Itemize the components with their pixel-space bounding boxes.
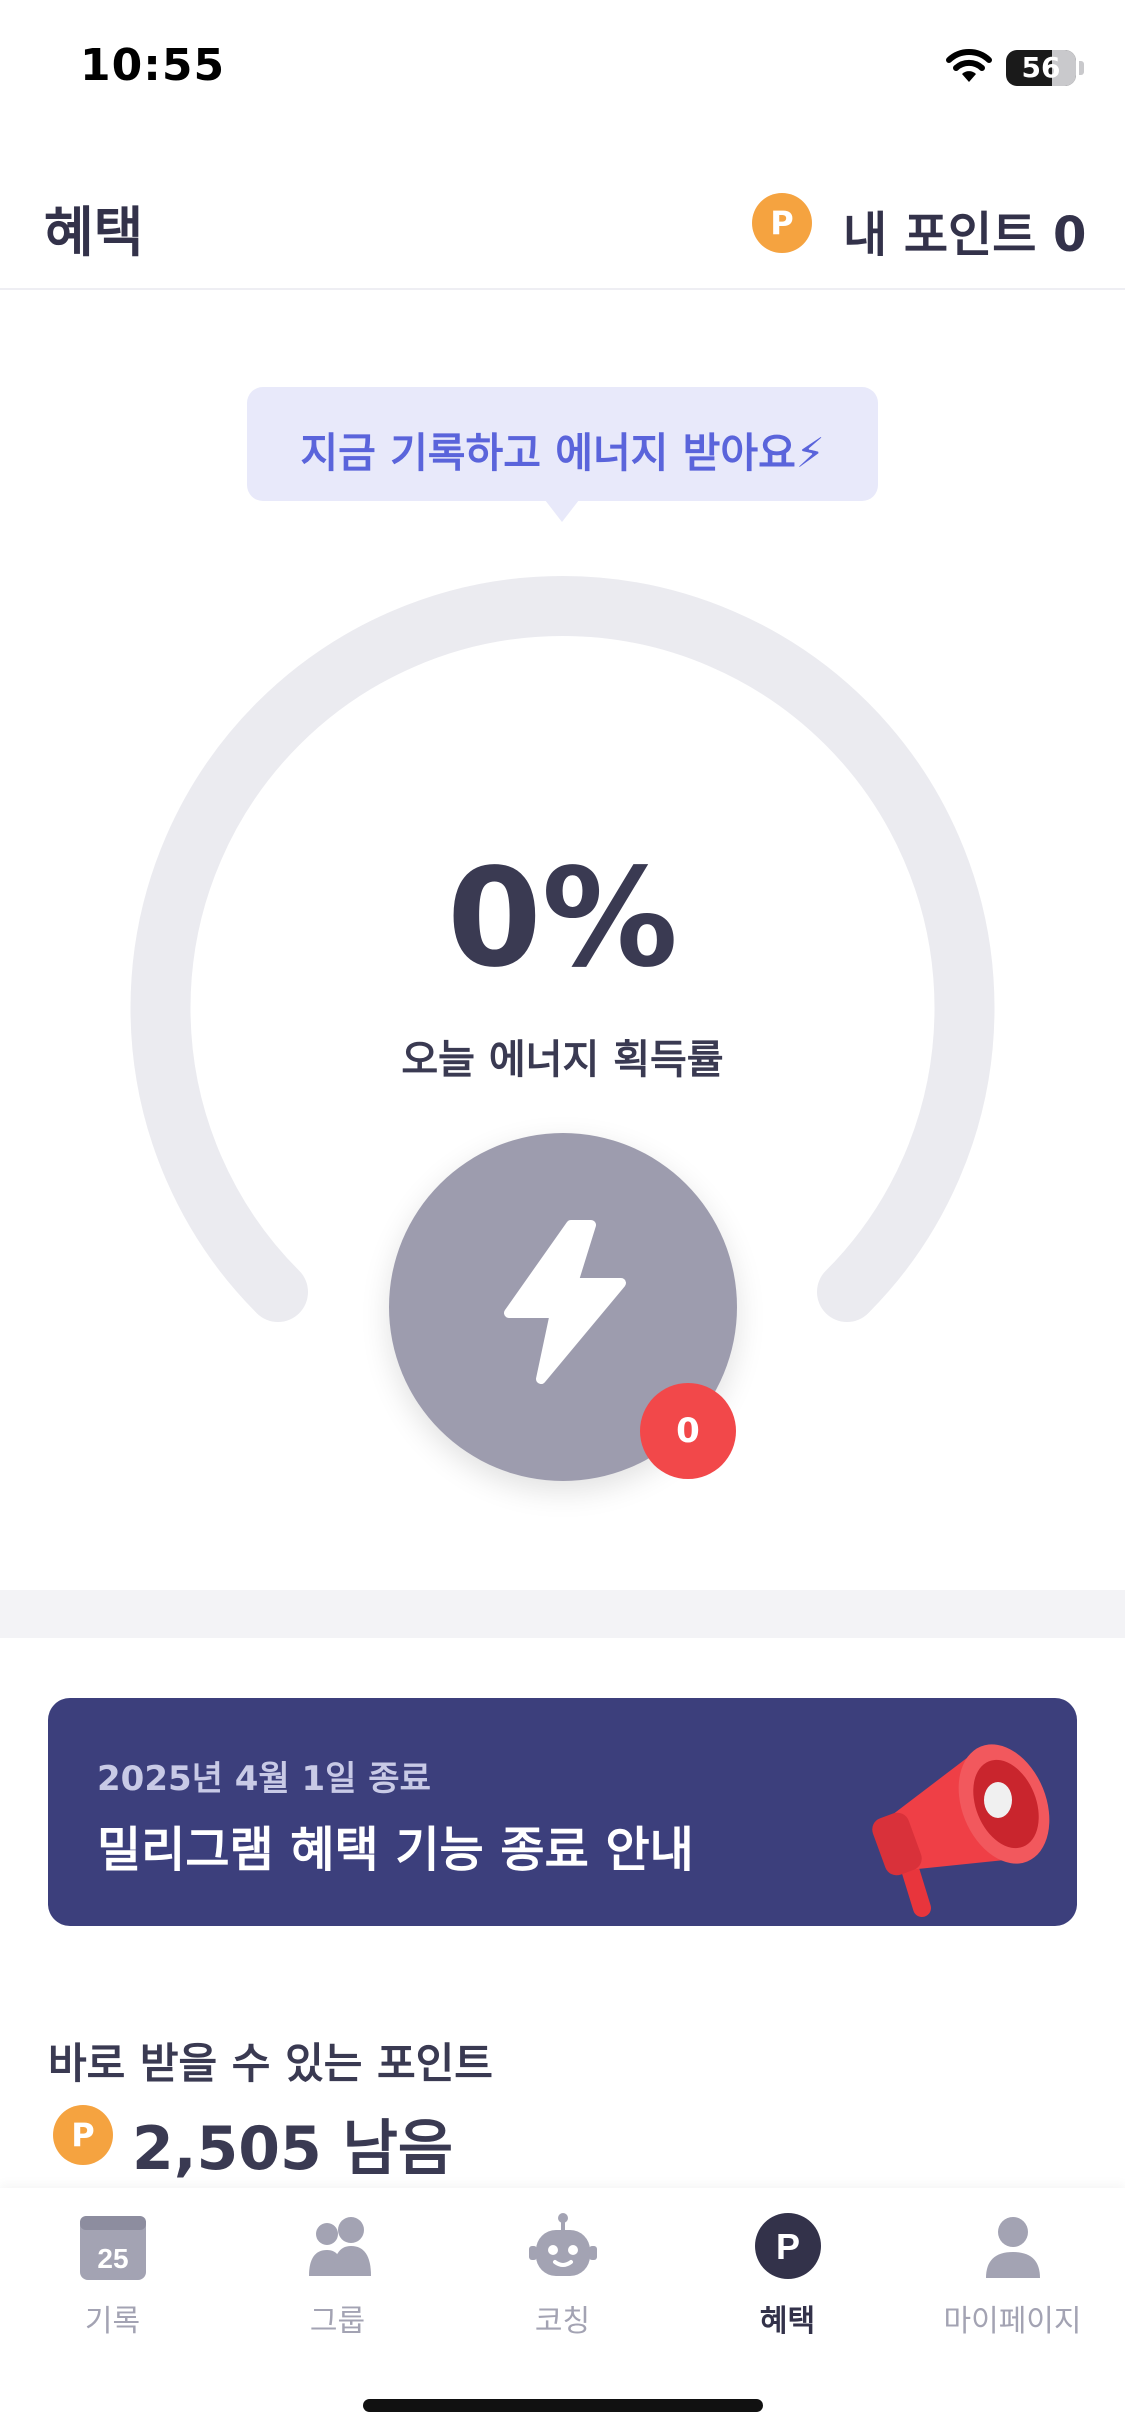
tab-label: 마이페이지 [943,2304,1082,2339]
point-icon: P [755,2213,821,2279]
energy-count-badge: 0 [640,1383,736,1479]
header-divider [0,288,1125,290]
point-icon-letter: P [776,2226,800,2267]
status-time: 10:55 [80,40,226,91]
calendar-icon: 25 [80,2216,146,2280]
available-points-value: 2,505 남음 [132,2114,454,2184]
available-points-label: 바로 받을 수 있는 포인트 [48,2039,493,2088]
person-icon [986,2217,1040,2278]
record-tooltip: 지금 기록하고 에너지 받아요⚡ [247,387,878,501]
battery-tip [1079,61,1084,75]
tab-label: 기록 [84,2304,141,2339]
tooltip-tail [545,500,579,522]
megaphone-icon [872,1744,1050,1917]
robot-icon [529,2213,597,2276]
tab-mypage[interactable]: 마이페이지 [900,2212,1125,2342]
tab-coaching[interactable]: 코칭 [450,2212,675,2342]
tab-group[interactable]: 그룹 [225,2212,450,2342]
battery-icon: 56 [1006,50,1076,86]
energy-percent: 0% [447,840,678,998]
bolt-icon [504,1220,626,1384]
wifi-icon [946,49,992,82]
banner-title: 밀리그램 혜택 기능 종료 안내 [97,1822,694,1878]
banner-date: 2025년 4월 1일 종료 [97,1759,431,1799]
tab-label: 혜택 [759,2304,816,2339]
tooltip-text: 지금 기록하고 에너지 받아요⚡ [300,429,825,477]
section-divider [0,1590,1125,1638]
battery-level: 56 [1021,51,1061,84]
my-points-button[interactable]: 내 포인트 0 [843,195,1086,265]
tab-label: 그룹 [309,2304,366,2339]
tab-label: 코칭 [534,2304,591,2339]
notice-banner[interactable]: 2025년 4월 1일 종료 밀리그램 혜택 기능 종료 안내 [48,1698,1077,1926]
page-title: 혜택 [44,201,144,264]
point-coin-icon: P [752,193,812,253]
home-indicator [363,2399,763,2412]
tab-benefit[interactable]: P 혜택 [675,2212,900,2342]
calendar-date: 25 [97,2243,128,2274]
point-coin-icon: P [53,2105,113,2165]
group-icon [309,2217,371,2276]
energy-label: 오늘 에너지 획득률 [401,1037,724,1083]
tab-record[interactable]: 25 기록 [0,2212,225,2342]
